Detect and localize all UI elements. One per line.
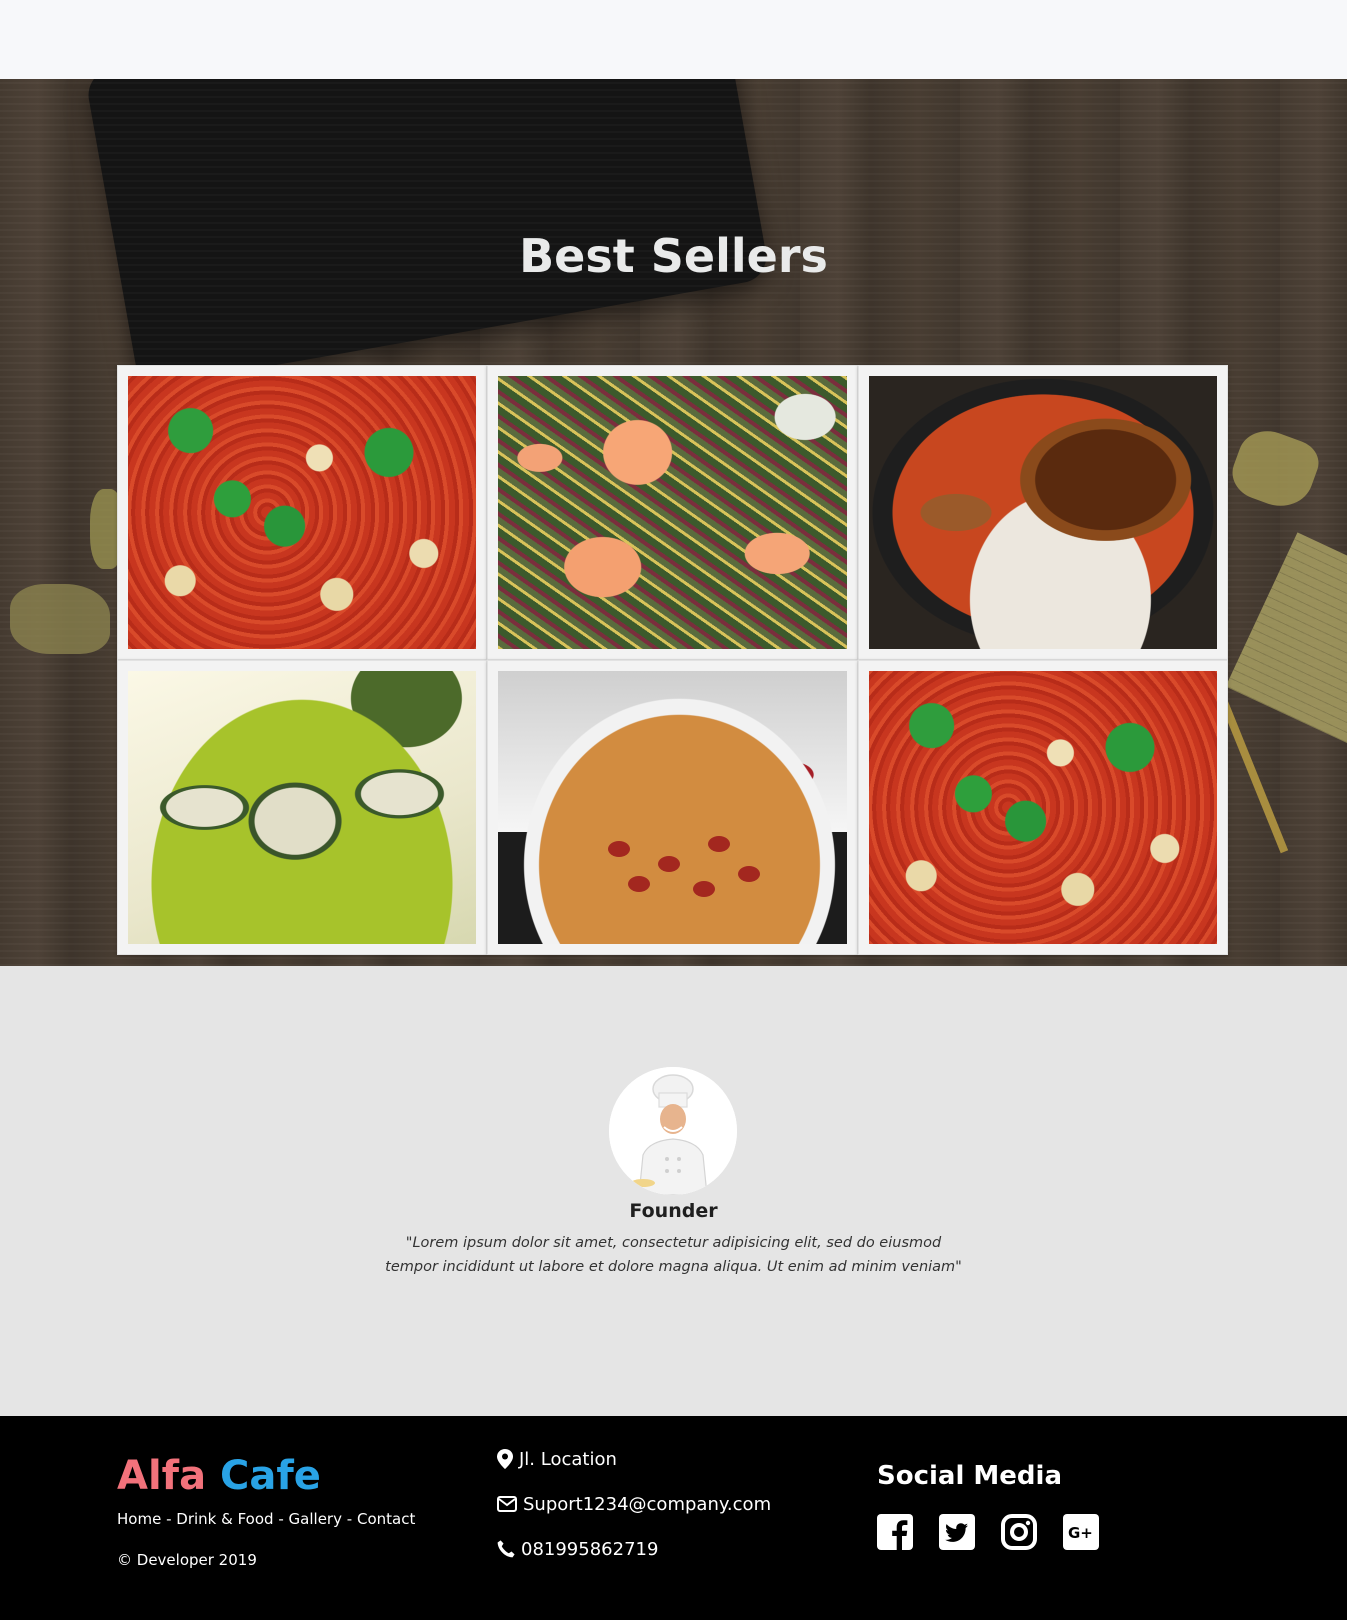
food-image-pizza[interactable] <box>868 671 1217 944</box>
pepperoni-decoration <box>738 866 761 882</box>
gallery-tile[interactable] <box>857 660 1228 955</box>
facebook-icon[interactable] <box>877 1514 913 1550</box>
food-image-shrimp-salad[interactable] <box>498 376 847 649</box>
footer-link-contact[interactable]: Contact <box>357 1510 415 1528</box>
footer-link-gallery[interactable]: Gallery <box>289 1510 342 1528</box>
chef-avatar-icon <box>609 1067 737 1195</box>
food-image-pizza[interactable] <box>128 376 477 649</box>
twitter-icon[interactable] <box>939 1514 975 1550</box>
footer-link-home[interactable]: Home <box>117 1510 161 1528</box>
gallery-tile[interactable] <box>117 660 488 955</box>
location-text: Jl. Location <box>519 1448 617 1470</box>
section-title: Best Sellers <box>519 229 828 283</box>
background-paper <box>1225 422 1325 516</box>
gallery-tile[interactable] <box>117 365 488 660</box>
contact-block: Jl. Location Suport1234@company.com 0819… <box>497 1444 857 1564</box>
background-paper <box>10 584 110 654</box>
founder-title: Founder <box>629 1200 718 1222</box>
pepperoni-decoration <box>628 876 651 892</box>
gallery-tile[interactable] <box>487 660 858 955</box>
google-plus-icon[interactable]: G+ <box>1063 1514 1099 1550</box>
envelope-icon <box>497 1496 517 1512</box>
nav-separator: - <box>166 1510 172 1528</box>
svg-text:G+: G+ <box>1068 1524 1093 1542</box>
background-notepad <box>1225 532 1347 746</box>
phone-text[interactable]: 081995862719 <box>521 1539 658 1560</box>
brand-part1: Alfa <box>117 1453 207 1499</box>
social-title: Social Media <box>877 1461 1062 1491</box>
founder-section: Founder "Lorem ipsum dolor sit amet, con… <box>0 966 1347 1416</box>
food-image-sushi[interactable] <box>128 671 477 944</box>
nav-separator: - <box>346 1510 353 1528</box>
gallery-tile[interactable] <box>487 365 858 660</box>
pepperoni-decoration <box>658 856 681 872</box>
footer-link-drink-food[interactable]: Drink & Food <box>176 1510 273 1528</box>
founder-quote-line: tempor incididunt ut labore et dolore ma… <box>385 1259 962 1275</box>
site-footer: Alfa Cafe Home - Drink & Food - Gallery … <box>0 1416 1347 1620</box>
contact-location: Jl. Location <box>497 1444 857 1474</box>
best-sellers-gallery <box>117 365 1228 955</box>
social-icons: G+ <box>877 1514 1099 1550</box>
top-bar <box>0 0 1347 79</box>
footer-nav: Home - Drink & Food - Gallery - Contact <box>117 1510 415 1528</box>
map-marker-icon <box>497 1449 513 1469</box>
gallery-tile[interactable] <box>857 365 1228 660</box>
pepperoni-decoration <box>608 841 631 857</box>
instagram-icon[interactable] <box>1001 1514 1037 1550</box>
food-image-eel-bowl[interactable] <box>868 376 1217 649</box>
nav-separator: - <box>278 1510 284 1528</box>
footer-brand: Alfa Cafe <box>117 1451 321 1501</box>
food-image-pizza-wine[interactable] <box>498 671 847 944</box>
copyright: © Developer 2019 <box>117 1551 257 1569</box>
phone-icon <box>497 1540 515 1558</box>
pepperoni-decoration <box>708 836 731 852</box>
founder-quote-line: "Lorem ipsum dolor sit amet, consectetur… <box>405 1235 942 1251</box>
email-text[interactable]: Suport1234@company.com <box>523 1494 771 1515</box>
pepperoni-decoration <box>693 881 716 897</box>
brand-part2: Cafe <box>220 1453 321 1499</box>
contact-phone[interactable]: 081995862719 <box>497 1534 857 1564</box>
best-sellers-section: Best Sellers <box>0 79 1347 966</box>
avatar <box>609 1067 737 1195</box>
contact-email[interactable]: Suport1234@company.com <box>497 1489 857 1519</box>
founder-quote: "Lorem ipsum dolor sit amet, consectetur… <box>0 1231 1347 1279</box>
